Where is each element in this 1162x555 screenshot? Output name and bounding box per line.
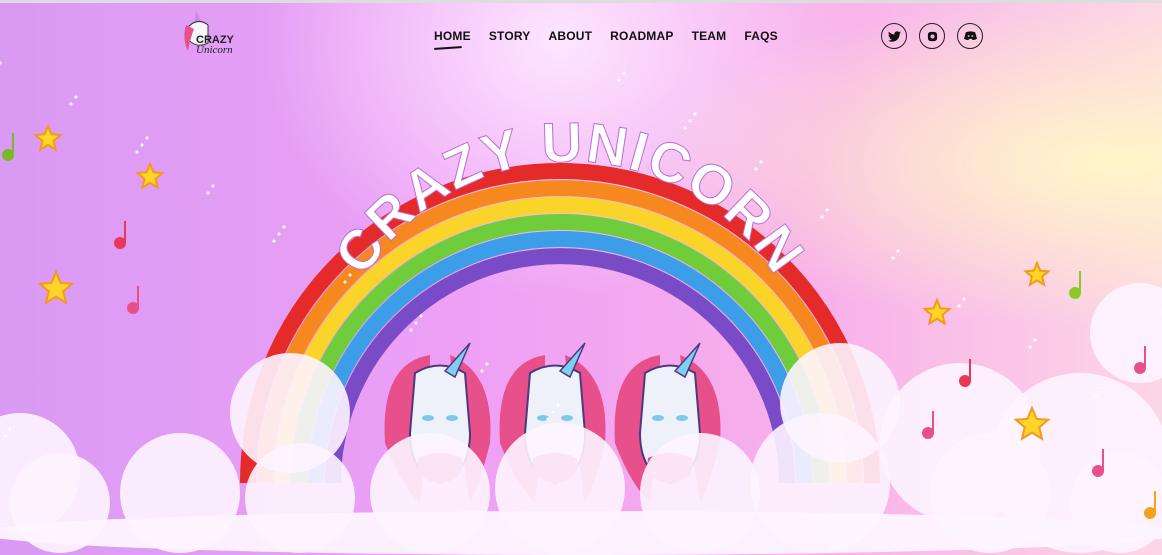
logo-text: CRAZY Unicorn (196, 34, 234, 56)
star-icon (922, 297, 952, 326)
sparkle (546, 417, 550, 421)
sparkle (957, 304, 961, 308)
star-icon (37, 269, 75, 305)
top-nav: CRAZY Unicorn HOME STORY ABOUT ROADMAP TE… (0, 3, 1162, 73)
cloud (230, 353, 350, 473)
nav-about[interactable]: ABOUT (549, 29, 593, 43)
sparkle (69, 102, 73, 106)
star-icon (33, 123, 63, 152)
sparkle (754, 167, 758, 171)
sparkle (140, 143, 144, 147)
nav-roadmap[interactable]: ROADMAP (610, 29, 673, 43)
sparkle (556, 403, 560, 407)
main-menu: HOME STORY ABOUT ROADMAP TEAM FAQS (434, 29, 778, 43)
sparkle (211, 184, 215, 188)
unicorn-eye (652, 415, 664, 421)
sparkle (1099, 386, 1103, 390)
sparkle (551, 410, 555, 414)
sparkle (414, 321, 418, 325)
hero-illustration: CRAZY UNICORN (0, 61, 1162, 555)
sparkle (272, 239, 276, 243)
unicorn-eye (446, 415, 458, 421)
sparkle (896, 249, 900, 253)
sparkle (135, 150, 139, 154)
twitter-icon[interactable] (881, 23, 907, 49)
sparkle (820, 215, 824, 219)
instagram-icon[interactable] (919, 23, 945, 49)
sparkle (3, 434, 7, 438)
hero-section: CRAZY UNICORN CRAZY Unicorn HOME STORY AB… (0, 0, 1162, 555)
sparkle (282, 225, 286, 229)
sparkle (409, 328, 413, 332)
sparkle (962, 297, 966, 301)
sparkle (8, 427, 12, 431)
sparkle (1094, 393, 1098, 397)
sparkle (759, 160, 763, 164)
cloud (0, 511, 1162, 555)
nav-story[interactable]: STORY (489, 29, 531, 43)
sparkle (419, 314, 423, 318)
unicorn-eye (422, 415, 434, 421)
sparkle (343, 280, 347, 284)
sparkle (1028, 345, 1032, 349)
social-links (881, 23, 983, 49)
unicorn-eye (676, 415, 688, 421)
nav-home[interactable]: HOME (434, 29, 471, 43)
cloud (780, 343, 900, 463)
cloud (1090, 283, 1162, 383)
sparkle (1033, 338, 1037, 342)
unicorn-eye (561, 415, 573, 421)
sparkle (688, 119, 692, 123)
sparkle (485, 362, 489, 366)
sparkle (480, 369, 484, 373)
sparkle (683, 126, 687, 130)
sparkle (825, 208, 829, 212)
sparkle (206, 191, 210, 195)
sparkle (891, 256, 895, 260)
star-icon (1023, 260, 1051, 287)
sparkle (74, 95, 78, 99)
discord-icon[interactable] (957, 23, 983, 49)
sparkle (348, 273, 352, 277)
sparkle (693, 112, 697, 116)
nav-faqs[interactable]: FAQS (744, 29, 777, 43)
star-icon (135, 161, 165, 190)
nav-team[interactable]: TEAM (692, 29, 727, 43)
sparkle (617, 78, 621, 82)
sparkle (277, 232, 281, 236)
sparkle (145, 136, 149, 140)
